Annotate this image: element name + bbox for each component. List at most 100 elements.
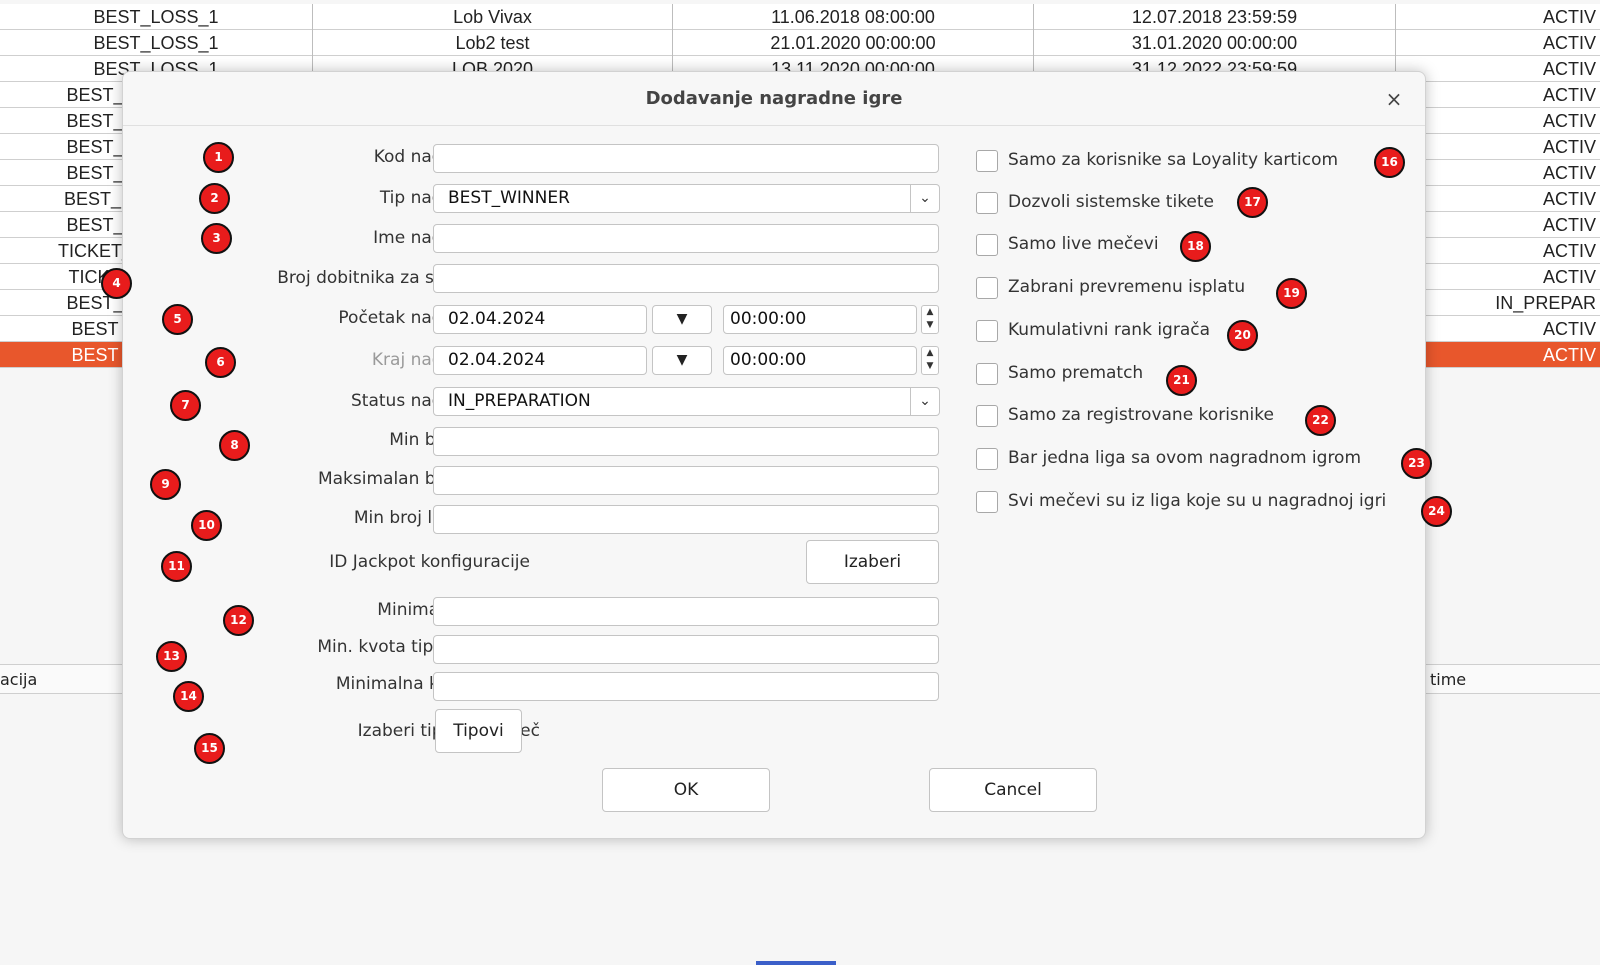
table-cell: ACTIV: [1396, 108, 1600, 134]
checkbox-bar-jedna-liga[interactable]: [976, 448, 998, 470]
min-mecevi-input[interactable]: [433, 427, 939, 456]
annotation-badge: 17: [1237, 187, 1268, 218]
annotation-badge: 12: [223, 605, 254, 636]
annotation-badge: 19: [1276, 278, 1307, 309]
table-cell: ACTIV: [1396, 316, 1600, 342]
annotation-badge: 21: [1166, 365, 1197, 396]
spin-up-icon: ▲: [926, 348, 934, 358]
status-select[interactable]: IN_PREPARATION: [433, 387, 911, 416]
checkbox-kumulativni-rank-label: Kumulativni rank igrača: [1008, 320, 1211, 340]
table-cell: 11.06.2018 08:00:00: [673, 4, 1034, 30]
dialog-title: Dodavanje nagradne igre: [123, 72, 1425, 126]
annotation-badge: 7: [170, 390, 201, 421]
close-icon: ×: [1385, 87, 1403, 111]
table-cell: 31.01.2020 00:00:00: [1034, 30, 1396, 56]
table-cell: ACTIV: [1542, 345, 1596, 365]
table-cell: ACTIV: [1396, 212, 1600, 238]
min-kvota-tipa-input[interactable]: [433, 635, 939, 664]
chevron-down-icon: ⌄: [919, 190, 931, 206]
table-cell: ACTIV: [1396, 238, 1600, 264]
ime-input[interactable]: [433, 224, 939, 253]
max-mecevi-input[interactable]: [433, 466, 939, 495]
cancel-button[interactable]: Cancel: [929, 768, 1097, 812]
tip-dropdown-button[interactable]: ⌄: [910, 184, 940, 213]
checkbox-live-mecevi-label: Samo live mečevi: [1008, 234, 1159, 254]
kraj-time-spinner[interactable]: ▲ ▼: [921, 346, 939, 375]
label-jackpot: ID Jackpot konfiguracije: [329, 552, 530, 572]
table-cell: BEST_LOSS_1: [0, 4, 313, 30]
annotation-badge: 14: [173, 681, 204, 712]
table-cell: ACTIV: [1542, 7, 1596, 27]
table-cell: ACTIV: [1396, 264, 1600, 290]
ok-button[interactable]: OK: [602, 768, 770, 812]
annotation-badge: 9: [150, 469, 181, 500]
checkbox-loyalty[interactable]: [976, 150, 998, 172]
table-cell: Lob Vivax: [313, 4, 673, 30]
chevron-down-icon: ⌄: [919, 393, 931, 409]
annotation-badge: 5: [162, 304, 193, 335]
tipovi-button[interactable]: Tipovi: [435, 709, 522, 753]
annotation-badge: 24: [1421, 496, 1452, 527]
checkbox-svi-mecevi[interactable]: [976, 491, 998, 513]
pocetak-date-picker-button[interactable]: ▼: [652, 305, 712, 334]
min-uplata-input[interactable]: [433, 597, 939, 626]
table-cell: ACTIV: [1542, 33, 1596, 53]
annotation-badge: 16: [1374, 147, 1405, 178]
kraj-time-input[interactable]: 00:00:00: [723, 346, 917, 375]
table-cell: ACTIV: [1542, 59, 1596, 79]
checkbox-registrovani[interactable]: [976, 405, 998, 427]
table-cell: 21.01.2020 00:00:00: [673, 30, 1034, 56]
checkbox-registrovani-label: Samo za registrovane korisnike: [1008, 405, 1274, 425]
annotation-badge: 2: [199, 183, 230, 214]
table-cell: 12.07.2018 23:59:59: [1034, 4, 1396, 30]
annotation-badge: 3: [201, 223, 232, 254]
pocetak-date-input[interactable]: 02.04.2024: [433, 305, 647, 334]
table-row[interactable]: BEST_LOSS_1 Lob2 test 21.01.2020 00:00:0…: [0, 30, 1600, 56]
kraj-date-picker-button[interactable]: ▼: [652, 346, 712, 375]
table-cell: Lob2 test: [313, 30, 673, 56]
annotation-badge: 11: [161, 551, 192, 582]
table-cell: IN_PREPAR: [1396, 290, 1600, 316]
status-dropdown-button[interactable]: ⌄: [910, 387, 940, 416]
checkbox-kumulativni-rank[interactable]: [976, 320, 998, 342]
triangle-down-icon: ▼: [676, 352, 688, 368]
min-kvota-tiketa-input[interactable]: [433, 672, 939, 701]
checkbox-loyalty-label: Samo za korisnike sa Loyality karticom: [1008, 150, 1339, 170]
close-button[interactable]: ×: [1381, 86, 1407, 112]
checkbox-bar-jedna-liga-label: Bar jedna liga sa ovom nagradnom igrom: [1008, 448, 1362, 468]
pocetak-time-input[interactable]: 00:00:00: [723, 305, 917, 334]
broj-dobitnika-input[interactable]: [433, 264, 939, 293]
table-cell: ACTIV: [1396, 186, 1600, 212]
checkbox-svi-mecevi-label: Svi mečevi su iz liga koje su u nagradno…: [1008, 491, 1387, 511]
scroll-indicator: [756, 961, 836, 965]
table-cell: ACTIV: [1396, 134, 1600, 160]
spin-up-icon: ▲: [926, 307, 934, 317]
checkbox-prematch[interactable]: [976, 363, 998, 385]
checkbox-prevremena-isplata[interactable]: [976, 277, 998, 299]
kod-input[interactable]: [433, 144, 939, 173]
izaberi-button[interactable]: Izaberi: [806, 540, 939, 584]
min-live-input[interactable]: [433, 505, 939, 534]
annotation-badge: 22: [1305, 405, 1336, 436]
annotation-badge: 15: [194, 733, 225, 764]
table-cell: BEST_LOSS_1: [0, 30, 313, 56]
annotation-badge: 1: [203, 142, 234, 173]
table-cell: ACTIV: [1396, 82, 1600, 108]
checkbox-prematch-label: Samo prematch: [1008, 363, 1144, 383]
annotation-badge: 10: [191, 510, 222, 541]
annotation-badge: 18: [1180, 231, 1211, 262]
annotation-badge: 20: [1227, 320, 1258, 351]
tip-select[interactable]: BEST_WINNER: [433, 184, 911, 213]
checkbox-sistemske-tikete[interactable]: [976, 192, 998, 214]
triangle-down-icon: ▼: [676, 311, 688, 327]
table-row[interactable]: BEST_LOSS_1 Lob Vivax 11.06.2018 08:00:0…: [0, 4, 1600, 30]
lower-table-header-right[interactable]: time: [1396, 664, 1600, 694]
annotation-badge: 13: [156, 641, 187, 672]
checkbox-live-mecevi[interactable]: [976, 234, 998, 256]
spin-down-icon: ▼: [926, 361, 934, 371]
spin-down-icon: ▼: [926, 320, 934, 330]
table-cell: ACTIV: [1396, 160, 1600, 186]
kraj-date-input[interactable]: 02.04.2024: [433, 346, 647, 375]
checkbox-sistemske-tikete-label: Dozvoli sistemske tikete: [1008, 192, 1215, 212]
pocetak-time-spinner[interactable]: ▲ ▼: [921, 305, 939, 334]
